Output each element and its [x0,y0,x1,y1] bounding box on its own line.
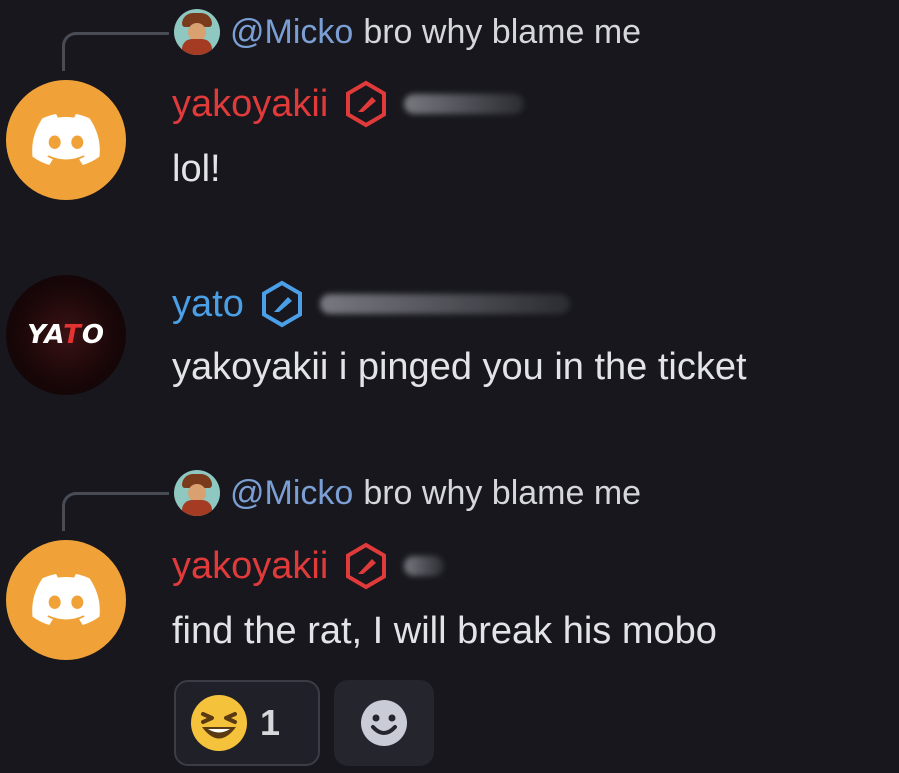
reaction-button[interactable]: 1 [174,680,320,766]
avatar[interactable] [6,540,126,660]
redacted-role [404,94,525,114]
reply-avatar[interactable] [174,470,220,516]
avatar[interactable] [6,80,126,200]
discord-logo-icon [32,114,100,165]
author-name[interactable]: yato [172,283,244,326]
add-reaction-button[interactable] [334,680,434,766]
reply-preview[interactable]: @Micko bro why blame me [174,470,641,516]
reply-text[interactable]: bro why blame me [363,474,641,513]
hexagon-badge-red-icon[interactable] [342,542,390,590]
reactions-bar: 1 [174,680,434,766]
reply-text[interactable]: bro why blame me [363,13,641,52]
laughing-emoji-icon [191,695,247,751]
reply-connector [62,32,169,71]
reply-avatar[interactable] [174,9,220,55]
redacted-role [404,556,445,576]
redacted-role [319,294,570,314]
author-name[interactable]: yakoyakii [172,83,328,126]
avatar[interactable]: YATO [6,275,126,395]
chat-view: @Micko bro why blame me yakoyakii lol! Y… [0,0,899,773]
reply-preview[interactable]: @Micko bro why blame me [174,9,641,55]
reply-mention[interactable]: @Micko [230,13,353,52]
reply-mention[interactable]: @Micko [230,474,353,513]
smiley-add-reaction-icon [361,700,407,746]
reply-connector [62,492,169,531]
message-content: lol! [172,148,221,190]
author-name[interactable]: yakoyakii [172,545,328,588]
hexagon-badge-blue-icon[interactable] [258,280,306,328]
hexagon-badge-red-icon[interactable] [342,80,390,128]
message-content: find the rat, I will break his mobo [172,610,717,652]
reaction-count: 1 [260,702,281,743]
message-content: yakoyakii i pinged you in the ticket [172,346,747,388]
discord-logo-icon [32,574,100,625]
avatar-logo-text: YATO [27,320,105,350]
